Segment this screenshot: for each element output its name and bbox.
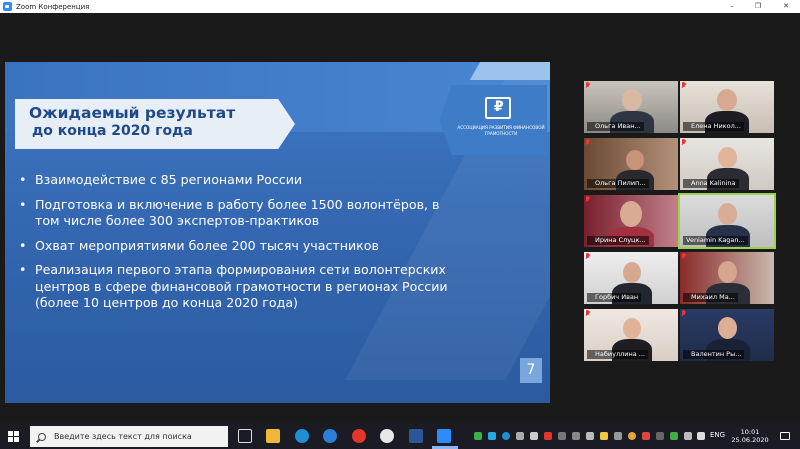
task-view-icon[interactable] [238, 429, 252, 443]
participant-name: Валентин Ры... [683, 350, 745, 359]
search-placeholder: Введите здесь текст для поиска [54, 432, 192, 441]
muted-mic-icon [585, 196, 590, 203]
tray-download-icon[interactable] [474, 432, 482, 440]
window-title: Zoom Конференция [16, 2, 90, 11]
maximize-button[interactable]: ❐ [748, 0, 768, 13]
clock-date: 25.06.2020 [731, 436, 769, 444]
skype-icon[interactable] [295, 429, 309, 443]
tray-app-icon[interactable] [488, 432, 496, 440]
chrome-icon[interactable] [380, 429, 394, 443]
participant-tile[interactable]: Ольга Пилип... [584, 138, 678, 190]
muted-mic-icon [585, 253, 590, 260]
participant-name: Ирина Слуцк... [587, 236, 649, 245]
muted-mic-icon [585, 82, 590, 89]
file-explorer-icon[interactable] [266, 429, 280, 443]
slide-page-number: 7 [520, 358, 542, 383]
participant-name: Ольга Пилип... [587, 179, 649, 188]
network-icon[interactable] [684, 432, 692, 440]
participant-tile[interactable]: Валентин Ры... [680, 309, 774, 361]
participant-name: Михаил Ма... [683, 293, 738, 302]
meeting-view: Ожидаемый результат до конца 2020 года ₽… [0, 13, 800, 423]
word-icon[interactable] [409, 429, 423, 443]
slide-title-box: Ожидаемый результат до конца 2020 года [15, 99, 295, 149]
participant-tile[interactable]: Ирина Слуцк... [584, 195, 678, 247]
tray-app-icon[interactable] [586, 432, 594, 440]
muted-mic-icon [585, 310, 590, 317]
tray-app-icon[interactable] [642, 432, 650, 440]
tray-app-icon[interactable] [516, 432, 524, 440]
clock-time: 10:01 [740, 428, 760, 436]
bullet-item: Взаимодействие с 85 регионами России [19, 172, 459, 189]
muted-mic-icon [681, 139, 686, 146]
tray-app-icon[interactable] [572, 432, 580, 440]
window-titlebar: Zoom Конференция – ❐ ✕ [0, 0, 800, 13]
organization-logo: ₽ АССОЦИАЦИЯ РАЗВИТИЯ ФИНАНСОВОЙ ГРАМОТН… [433, 85, 550, 157]
taskbar-search-input[interactable]: Введите здесь текст для поиска [30, 426, 228, 447]
muted-mic-icon [681, 310, 686, 317]
participant-name: Горбич Иван [587, 293, 642, 302]
tray-app-icon[interactable] [614, 432, 622, 440]
slide-decoration-top [469, 62, 550, 80]
taskbar-clock[interactable]: 10:01 25.06.2020 [730, 428, 770, 444]
participant-tile[interactable]: Набиуллина ... [584, 309, 678, 361]
bullet-item: Подготовка и включение в работу более 15… [19, 197, 459, 230]
input-language[interactable]: ENG [710, 431, 725, 439]
participant-name: Ольга Иван... [587, 122, 644, 131]
shared-screen-slide: Ожидаемый результат до конца 2020 года ₽… [5, 62, 550, 403]
slide-bullet-list: Взаимодействие с 85 регионами России Под… [19, 172, 459, 320]
edge-icon[interactable] [323, 429, 337, 443]
tray-app-icon[interactable] [544, 432, 552, 440]
tray-app-icon[interactable] [656, 432, 664, 440]
participant-tile[interactable]: Anna Kalinina [680, 138, 774, 190]
slide-title: Ожидаемый результат [29, 104, 236, 122]
tray-skype-icon[interactable] [502, 432, 510, 440]
windows-taskbar: Введите здесь текст для поиска ENG 10:01… [0, 423, 800, 449]
bullet-item: Реализация первого этапа формирования се… [19, 262, 459, 312]
volume-icon[interactable] [697, 432, 705, 440]
windows-start-icon[interactable] [8, 431, 19, 442]
participant-tile[interactable]: Ольга Иван... [584, 81, 678, 133]
tray-app-icon[interactable] [628, 432, 636, 440]
participant-name: Veniamin Kagan... [683, 236, 748, 245]
close-button[interactable]: ✕ [776, 0, 796, 13]
minimize-button[interactable]: – [722, 0, 742, 13]
tray-app-icon[interactable] [530, 432, 538, 440]
logo-caption: АССОЦИАЦИЯ РАЗВИТИЯ ФИНАНСОВОЙ ГРАМОТНОС… [457, 125, 545, 136]
participant-tile[interactable]: Михаил Ма... [680, 252, 774, 304]
search-icon [38, 432, 46, 441]
notifications-icon[interactable] [780, 432, 790, 440]
zoom-taskbar-icon[interactable] [437, 429, 451, 443]
zoom-app-icon [3, 2, 12, 11]
muted-mic-icon [585, 139, 590, 146]
participant-tile[interactable]: Елена Никол... [680, 81, 774, 133]
bullet-item: Охват мероприятиями более 200 тысяч учас… [19, 238, 459, 255]
participant-name: Anna Kalinina [683, 179, 739, 188]
slide-subtitle: до конца 2020 года [32, 123, 193, 139]
tray-app-icon[interactable] [670, 432, 678, 440]
participant-tile-active-speaker[interactable]: Veniamin Kagan... [678, 193, 776, 249]
book-ruble-icon: ₽ [485, 97, 511, 119]
muted-mic-icon [681, 82, 686, 89]
participant-name: Елена Никол... [683, 122, 744, 131]
participant-name: Набиуллина ... [587, 350, 648, 359]
tray-app-icon[interactable] [558, 432, 566, 440]
tray-app-icon[interactable] [600, 432, 608, 440]
yandex-browser-icon[interactable] [352, 429, 366, 443]
muted-mic-icon [681, 253, 686, 260]
participant-tile[interactable]: Горбич Иван [584, 252, 678, 304]
